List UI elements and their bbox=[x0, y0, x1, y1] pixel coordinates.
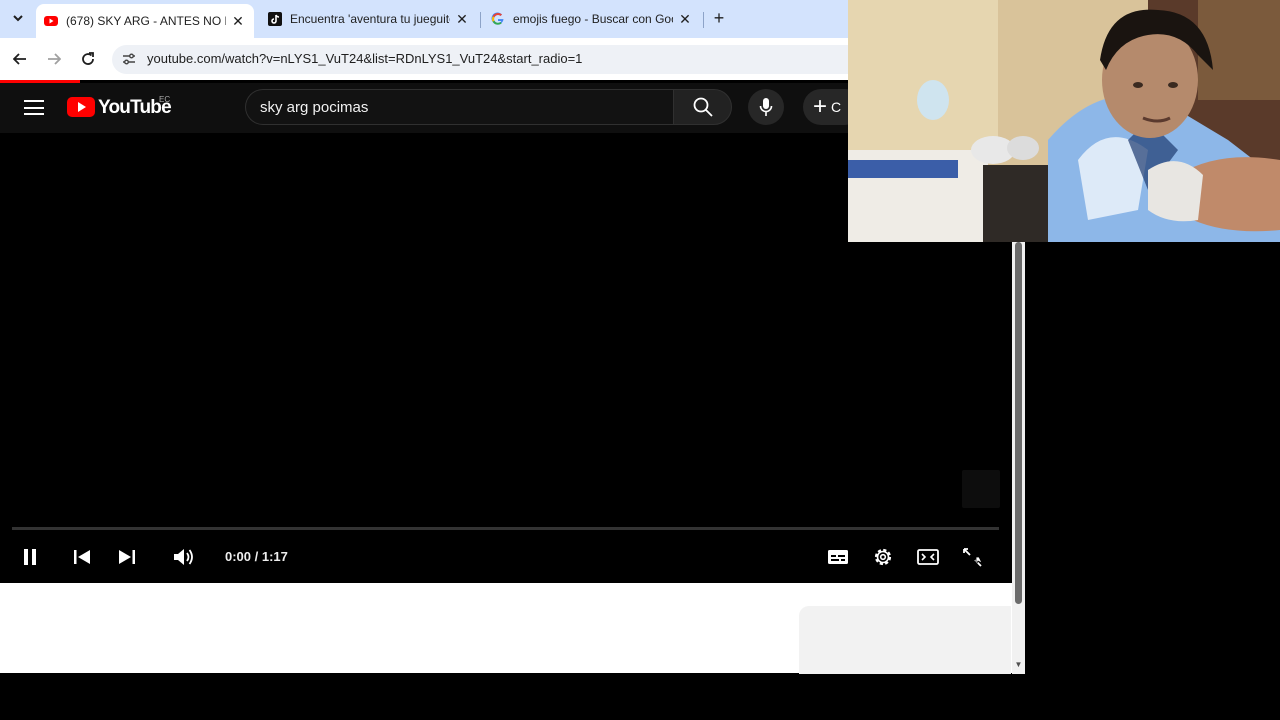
next-button[interactable] bbox=[115, 545, 139, 569]
theater-mode-button[interactable] bbox=[916, 545, 940, 569]
previous-icon bbox=[74, 550, 90, 564]
fullscreen-icon bbox=[963, 548, 983, 567]
close-icon[interactable]: ✕ bbox=[454, 11, 470, 28]
site-info-icon[interactable] bbox=[121, 51, 137, 67]
volume-icon bbox=[174, 549, 193, 565]
tab-search-dropdown-button[interactable] bbox=[8, 8, 28, 28]
close-icon[interactable]: ✕ bbox=[677, 11, 693, 28]
plus-icon: + bbox=[813, 93, 828, 120]
menu-icon[interactable] bbox=[24, 100, 44, 115]
browser-tab-youtube[interactable]: (678) SKY ARG - ANTES NO ME ✕ bbox=[36, 4, 254, 38]
arrow-left-icon bbox=[13, 53, 26, 65]
browser-tab-google[interactable]: emojis fuego - Buscar con Goo ✕ bbox=[483, 4, 701, 34]
settings-button[interactable] bbox=[871, 545, 895, 569]
search-value[interactable]: sky arg pocimas bbox=[260, 99, 368, 116]
previous-button[interactable] bbox=[70, 545, 94, 569]
forward-button[interactable] bbox=[43, 48, 65, 70]
pause-icon bbox=[24, 549, 36, 565]
webcam-person-image bbox=[848, 0, 1280, 242]
tab-title: emojis fuego - Buscar con Goo bbox=[513, 12, 673, 26]
browser-tab-tiktok[interactable]: Encuentra 'aventura tu jueguito ✕ bbox=[260, 4, 478, 34]
google-icon bbox=[491, 12, 505, 26]
video-time: 0:00 / 1:17 bbox=[225, 549, 288, 564]
new-tab-button[interactable]: + bbox=[709, 8, 729, 28]
suggestion-card-placeholder[interactable] bbox=[799, 606, 1011, 674]
tab-title: (678) SKY ARG - ANTES NO ME bbox=[66, 14, 226, 28]
tab-separator bbox=[703, 12, 704, 28]
webcam-overlay bbox=[848, 0, 1280, 242]
scroll-down-arrow-icon[interactable]: ▼ bbox=[1013, 660, 1024, 672]
gear-icon bbox=[874, 548, 892, 566]
search-button[interactable] bbox=[673, 89, 732, 125]
voice-search-button[interactable] bbox=[748, 89, 784, 125]
pause-button[interactable] bbox=[18, 545, 42, 569]
chevron-down-icon bbox=[13, 14, 23, 21]
theater-icon bbox=[917, 549, 939, 565]
player-overlay-box bbox=[962, 470, 1000, 508]
video-progress-bar[interactable] bbox=[12, 527, 999, 530]
arrow-right-icon bbox=[48, 53, 61, 65]
tab-separator bbox=[480, 12, 481, 28]
youtube-icon bbox=[44, 14, 58, 28]
microphone-icon bbox=[759, 98, 773, 116]
country-code: EC bbox=[159, 95, 171, 104]
url-text[interactable]: youtube.com/watch?v=nLYS1_VuT24&list=RDn… bbox=[147, 51, 582, 66]
create-label: C bbox=[831, 99, 842, 115]
volume-button[interactable] bbox=[172, 545, 196, 569]
reload-icon bbox=[82, 52, 94, 65]
back-button[interactable] bbox=[9, 48, 31, 70]
scrollbar-thumb[interactable] bbox=[1015, 242, 1022, 604]
search-icon bbox=[693, 97, 713, 117]
next-icon bbox=[119, 550, 135, 564]
subtitles-button[interactable] bbox=[826, 545, 850, 569]
subtitles-icon bbox=[828, 550, 848, 564]
youtube-logo-icon[interactable] bbox=[67, 97, 95, 117]
fullscreen-button[interactable] bbox=[961, 545, 985, 569]
reload-button[interactable] bbox=[77, 48, 99, 70]
tiktok-icon bbox=[268, 12, 282, 26]
close-icon[interactable]: ✕ bbox=[230, 13, 246, 30]
tab-title: Encuentra 'aventura tu jueguito bbox=[290, 12, 450, 26]
